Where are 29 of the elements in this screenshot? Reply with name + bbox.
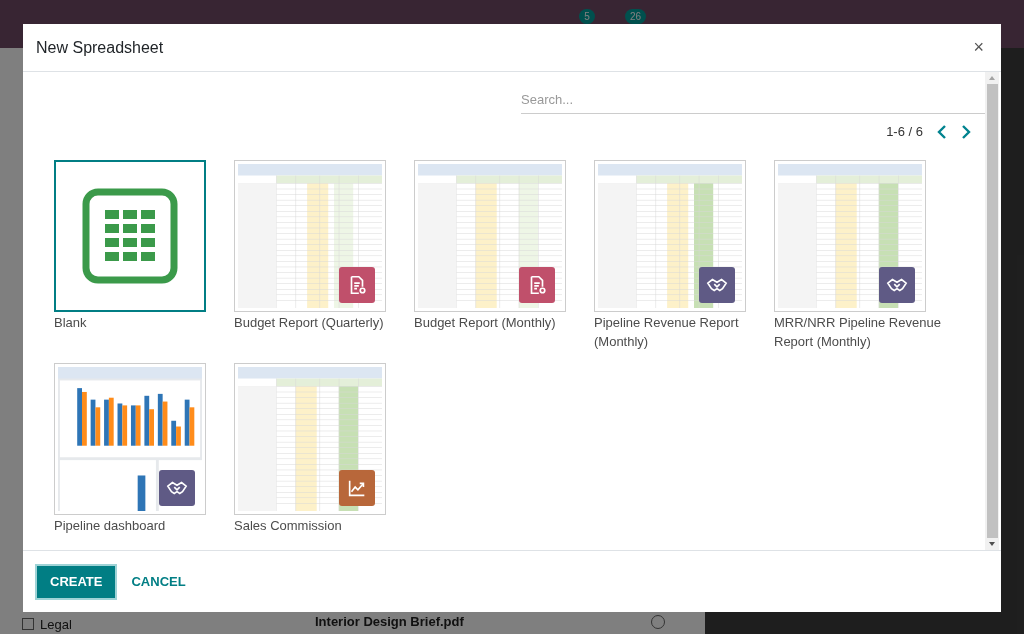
counter-badge: 26 — [624, 8, 646, 24]
chart-icon — [339, 469, 375, 506]
filter-label: Legal — [40, 615, 72, 634]
handshake-icon — [699, 266, 735, 303]
handshake-icon — [159, 469, 195, 506]
previous-button[interactable] — [937, 124, 947, 139]
template-name: Pipeline dashboard — [54, 516, 167, 535]
document-gear-icon — [519, 266, 555, 303]
create-button[interactable]: CREATE — [37, 565, 116, 598]
cancel-button[interactable]: CANCEL — [121, 565, 196, 598]
file-name: Interior Design Brief.pdf — [315, 613, 465, 632]
template-name: Pipeline Revenue Report (Monthly) — [594, 313, 740, 351]
template-name: Budget Report (Monthly) — [414, 313, 557, 332]
template-name: Sales Commission — [234, 516, 343, 535]
search-field[interactable]: Search... — [521, 86, 985, 114]
dialog-title: New Spreadsheet — [36, 37, 165, 58]
document-gear-icon — [339, 266, 375, 303]
counter-badge: 5 — [579, 8, 595, 24]
template-name: Blank — [54, 313, 88, 332]
template-name: Budget Report (Quarterly) — [234, 313, 385, 332]
handshake-icon — [879, 266, 915, 303]
pager-text: 1-6 / 6 — [886, 123, 923, 141]
next-button[interactable] — [961, 124, 971, 139]
template-thumbnail[interactable] — [54, 159, 206, 312]
checkbox[interactable] — [22, 618, 34, 631]
spreadsheet-icon — [82, 187, 178, 284]
scrollbar[interactable] — [985, 72, 999, 550]
template-name: MRR/NRR Pipeline Revenue Report (Monthly) — [774, 313, 942, 351]
close-button[interactable]: × — [969, 34, 988, 61]
